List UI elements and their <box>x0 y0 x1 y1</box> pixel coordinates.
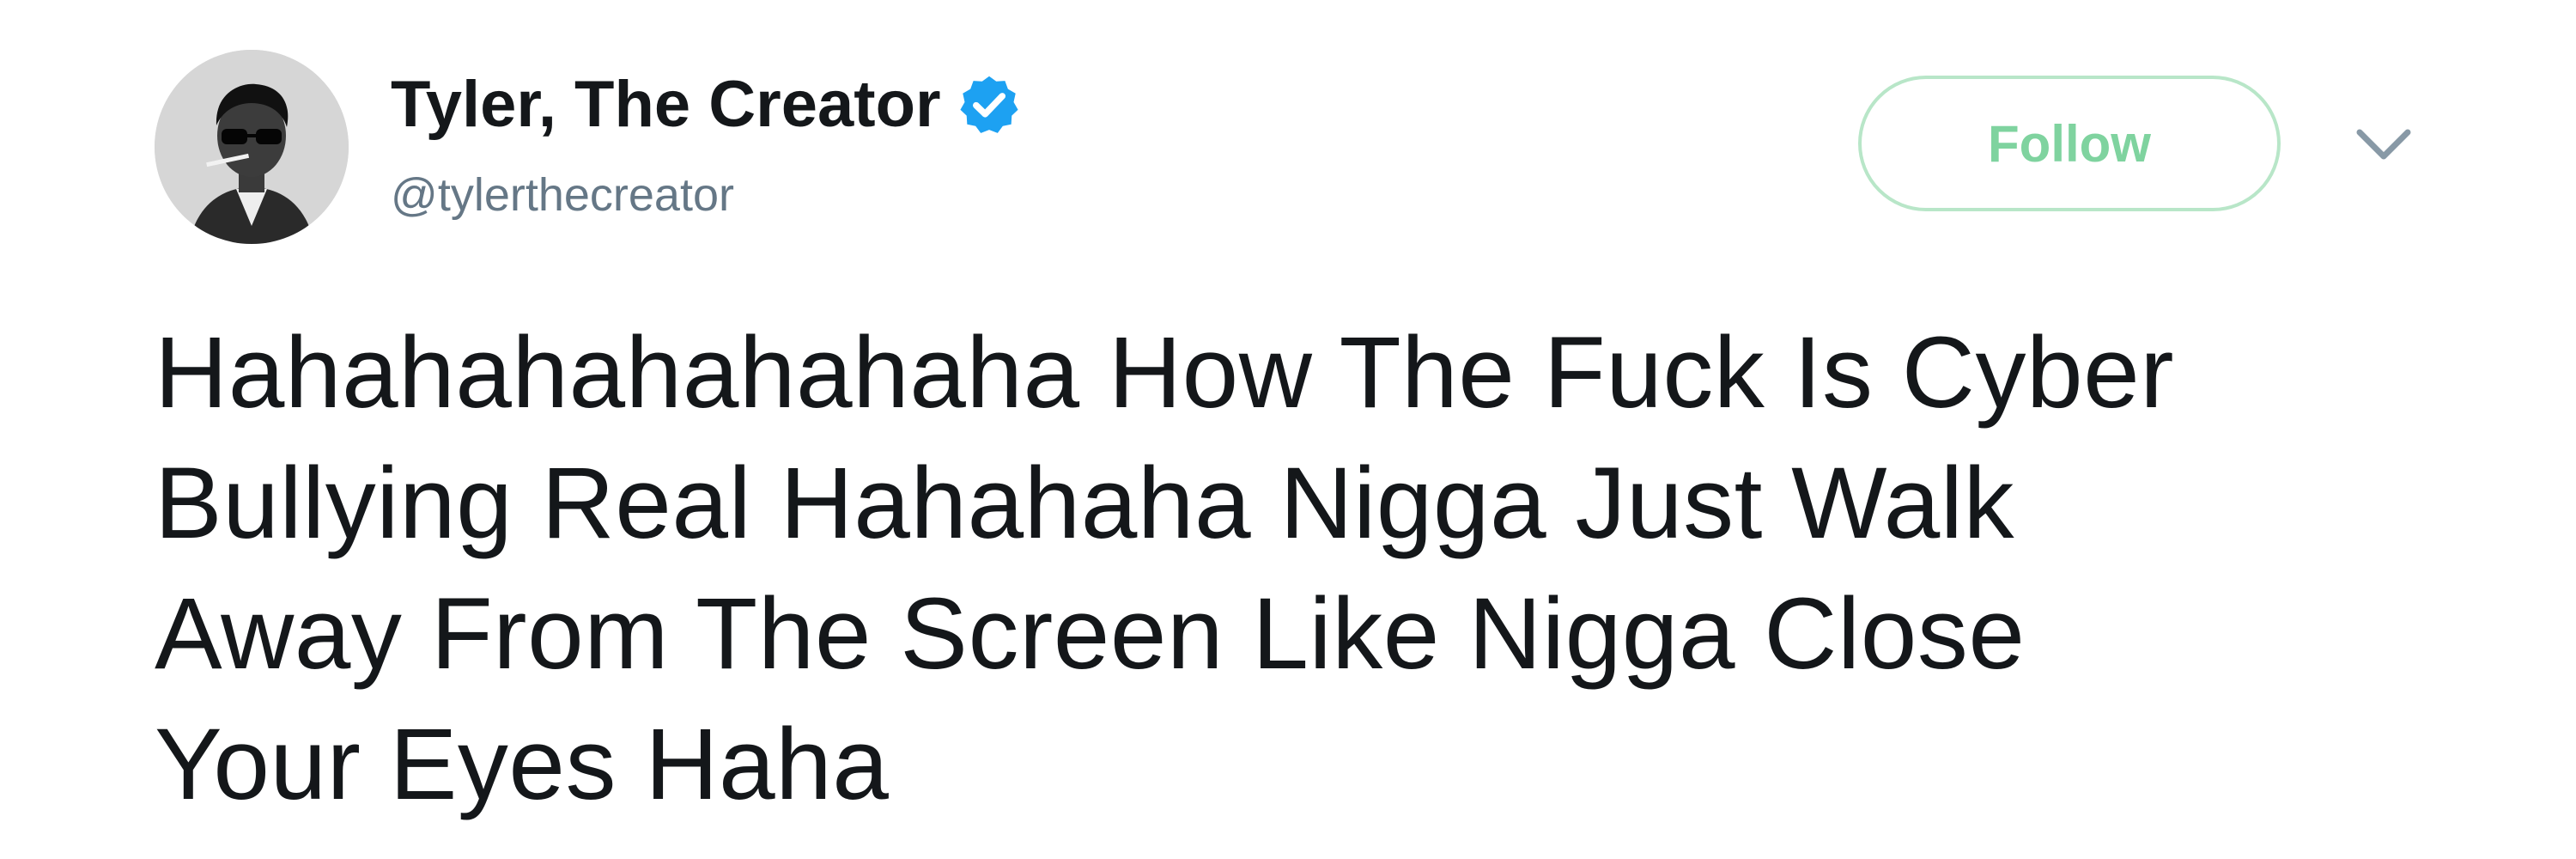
tweet-card: Tyler, The Creator @tylerthecreator Foll… <box>0 0 2576 859</box>
tweet-text-line: Your Eyes Haha <box>155 708 890 821</box>
avatar[interactable] <box>155 50 349 244</box>
avatar-portrait-icon <box>155 50 349 244</box>
tweet-text-line: Hahahahahahahaha How The Fuck Is Cyber <box>155 316 2175 430</box>
tweet-text-line: Bullying Real Hahahaha Nigga Just Walk <box>155 447 2014 560</box>
verified-badge-icon <box>957 72 1022 137</box>
author-display-name[interactable]: Tyler, The Creator <box>391 64 941 146</box>
chevron-down-icon[interactable] <box>2354 127 2413 163</box>
author-handle[interactable]: @tylerthecreator <box>391 165 734 225</box>
tweet-text: Hahahahahahahaha How The Fuck Is Cyber B… <box>155 308 2473 830</box>
follow-button[interactable]: Follow <box>1858 76 2281 211</box>
author-name-row: Tyler, The Creator <box>391 64 1022 146</box>
tweet-text-line: Away From The Screen Like Nigga Close <box>155 577 2026 691</box>
